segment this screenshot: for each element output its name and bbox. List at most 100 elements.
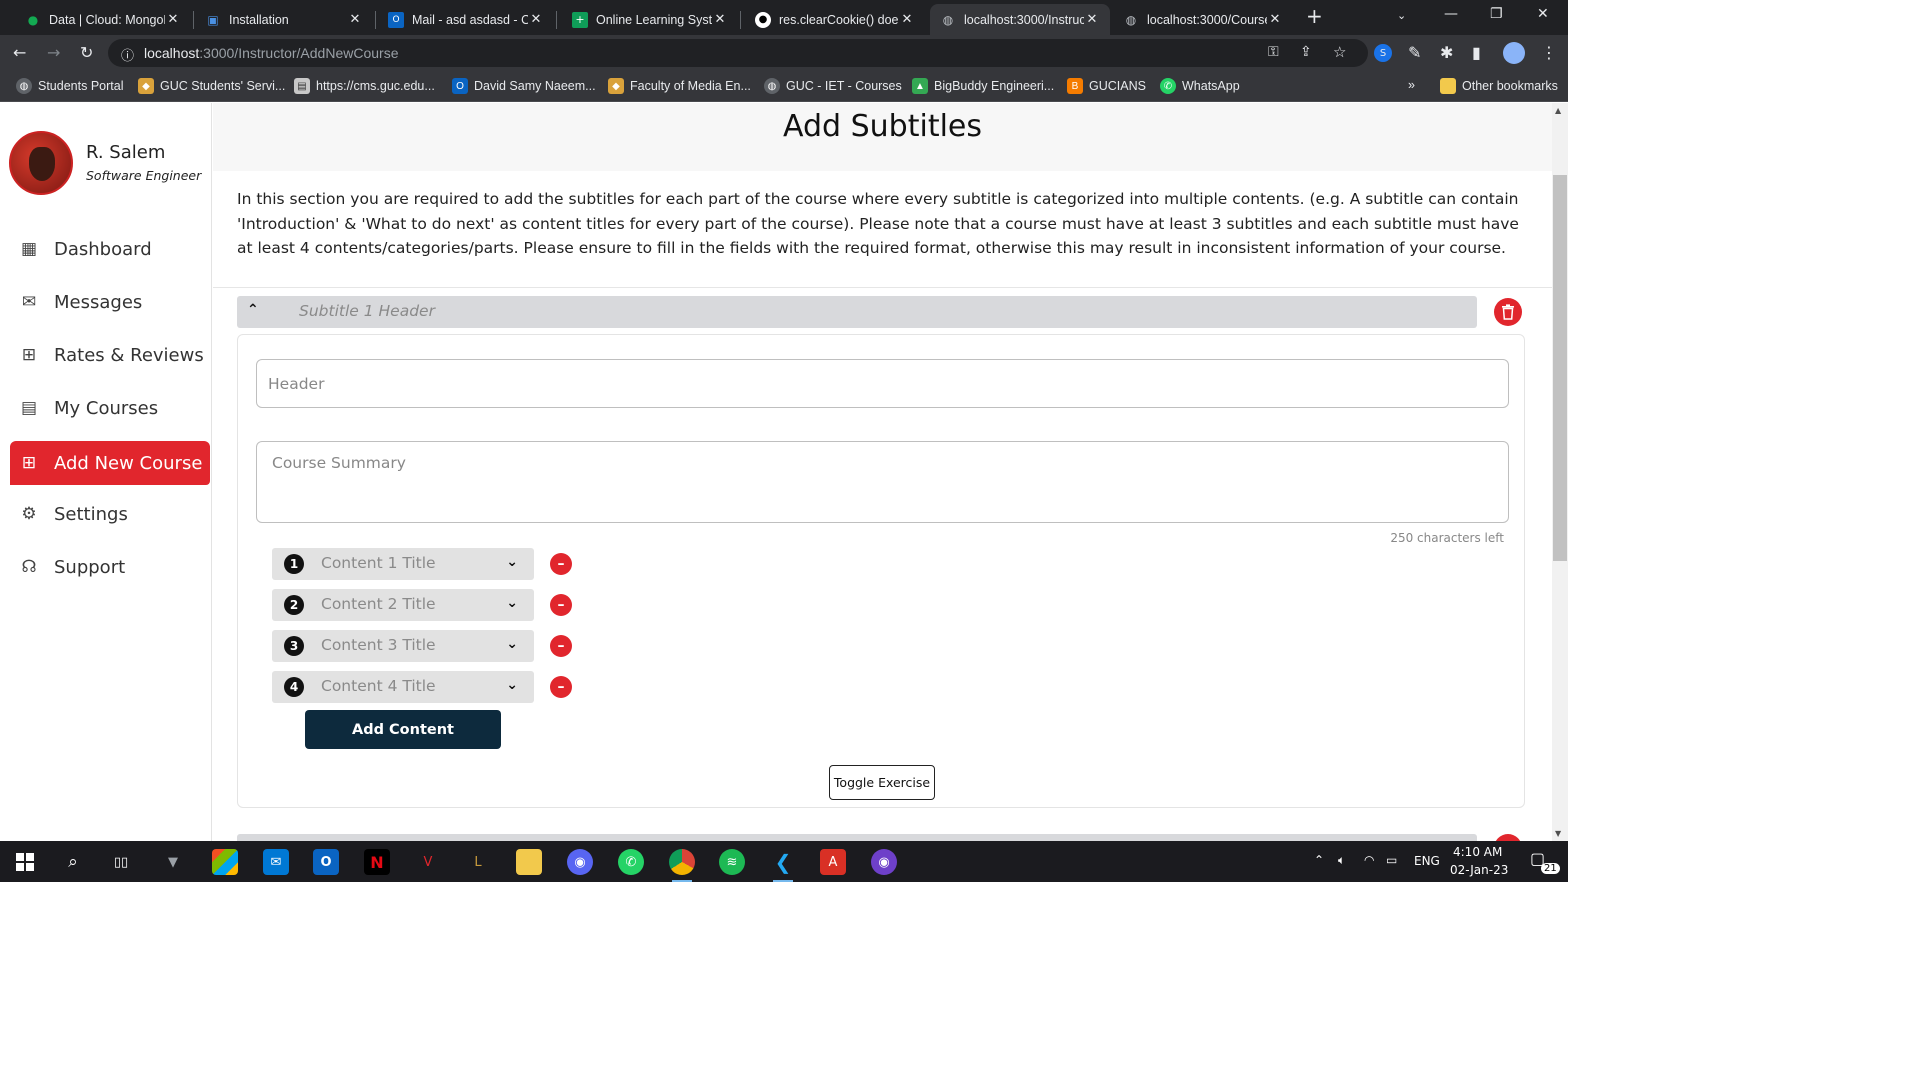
delete-subtitle-button[interactable]: [1494, 834, 1522, 841]
other-bookmarks[interactable]: Other bookmarks: [1440, 78, 1558, 94]
netflix-icon[interactable]: N: [364, 849, 390, 875]
menu-icon[interactable]: ⋮: [1541, 43, 1557, 62]
scrollbar-thumb[interactable]: [1553, 175, 1567, 561]
pen-icon[interactable]: ✎: [1408, 43, 1421, 62]
content-dropdown[interactable]: 1 Content 1 Title ⌄: [272, 548, 534, 580]
minimize-icon[interactable]: —: [1444, 6, 1458, 22]
page-scrollbar[interactable]: ▲ ▼: [1552, 103, 1568, 841]
file-explorer-icon[interactable]: [516, 849, 542, 875]
search-icon[interactable]: ⌕: [60, 849, 86, 875]
task-view-icon[interactable]: ▯▯: [108, 849, 134, 875]
volume-icon[interactable]: 🔈︎: [1338, 853, 1345, 868]
close-icon[interactable]: ✕: [899, 12, 915, 27]
restore-icon[interactable]: ❐: [1490, 6, 1503, 22]
key-icon[interactable]: ⚿: [1268, 44, 1279, 60]
remove-content-button[interactable]: –: [550, 676, 572, 698]
mail-icon[interactable]: ✉: [263, 849, 289, 875]
remove-content-button[interactable]: –: [550, 553, 572, 575]
puzzle-icon[interactable]: ✱: [1440, 43, 1453, 62]
sidebar-item-messages[interactable]: ✉ Messages: [10, 280, 210, 324]
bookmark[interactable]: ✆ WhatsApp: [1160, 78, 1240, 94]
bookmark[interactable]: ▤ https://cms.guc.edu...: [294, 78, 435, 94]
tab-search-icon[interactable]: ⌄: [1397, 9, 1406, 22]
whatsapp-icon[interactable]: ✆: [618, 849, 644, 875]
close-icon[interactable]: ✕: [165, 12, 181, 27]
browser-tab[interactable]: ▣ Installation ✕: [195, 4, 373, 35]
info-icon[interactable]: ⓘ: [121, 45, 134, 64]
content-dropdown[interactable]: 2 Content 2 Title ⌄: [272, 589, 534, 621]
chevron-down-icon[interactable]: ⌄: [506, 636, 518, 652]
sidebar-item-rates-reviews[interactable]: ⊞ Rates & Reviews: [10, 333, 210, 377]
next-subtitle-accordion-header[interactable]: [237, 834, 1477, 841]
sidebar-item-dashboard[interactable]: ▦ Dashboard: [10, 227, 210, 271]
sidebar-item-support[interactable]: ☊ Support: [10, 545, 210, 589]
content-dropdown[interactable]: 3 Content 3 Title ⌄: [272, 630, 534, 662]
league-icon[interactable]: L: [465, 849, 491, 875]
close-icon[interactable]: ✕: [528, 12, 544, 27]
sidebar-item-add-new-course[interactable]: ⊞ Add New Course: [10, 441, 210, 485]
reload-icon[interactable]: ↻: [80, 43, 93, 62]
delete-subtitle-button[interactable]: [1494, 298, 1522, 326]
browser-tab-active[interactable]: ◍ localhost:3000/Instruc ✕: [930, 4, 1110, 35]
close-icon[interactable]: ✕: [712, 12, 728, 27]
forward-icon[interactable]: →: [47, 43, 60, 62]
valorant-icon[interactable]: V: [415, 849, 441, 875]
predator-icon[interactable]: ▼: [160, 849, 186, 875]
windows-start-icon[interactable]: [12, 849, 38, 875]
sidepanel-icon[interactable]: ▮: [1472, 43, 1481, 62]
browser-tab[interactable]: ◍ localhost:3000/Course ✕: [1113, 4, 1293, 35]
wifi-icon[interactable]: ◠: [1364, 853, 1374, 867]
close-icon[interactable]: ✕: [347, 12, 363, 27]
bookmarks-overflow[interactable]: »: [1408, 78, 1415, 92]
star-icon[interactable]: ☆: [1333, 43, 1346, 61]
subtitle-accordion-header[interactable]: ⌃ Subtitle 1 Header: [237, 296, 1477, 328]
header-input[interactable]: [256, 359, 1509, 408]
bookmark[interactable]: ▲ BigBuddy Engineeri...: [912, 78, 1054, 94]
language-indicator[interactable]: ENG: [1414, 854, 1440, 868]
store-icon[interactable]: [212, 849, 238, 875]
bookmark[interactable]: ◆ Faculty of Media En...: [608, 78, 751, 94]
profile-icon[interactable]: [1503, 42, 1525, 64]
vscode-icon[interactable]: ❮: [770, 849, 796, 882]
spotify-icon[interactable]: ≋: [719, 849, 745, 875]
close-icon[interactable]: ✕: [1267, 12, 1283, 27]
toggle-exercise-button[interactable]: Toggle Exercise: [829, 765, 935, 800]
browser-tab[interactable]: O Mail - asd asdasd - Ou ✕: [378, 4, 554, 35]
chevron-down-icon[interactable]: ⌄: [506, 595, 518, 611]
sidebar-item-my-courses[interactable]: ▤ My Courses: [10, 386, 210, 430]
scroll-up-icon[interactable]: ▲: [1555, 106, 1561, 115]
clock-date[interactable]: 02-Jan-23: [1450, 863, 1508, 877]
address-bar[interactable]: ⓘ localhost:3000/Instructor/AddNewCourse…: [108, 39, 1368, 67]
content-dropdown[interactable]: 4 Content 4 Title ⌄: [272, 671, 534, 703]
browser-tab[interactable]: ● Data | Cloud: MongoD ✕: [15, 4, 191, 35]
avatar[interactable]: [9, 131, 73, 195]
sidebar-item-settings[interactable]: ⚙ Settings: [10, 492, 210, 536]
outlook-icon[interactable]: O: [313, 849, 339, 875]
chevron-up-icon[interactable]: ⌃: [247, 302, 259, 318]
add-content-button[interactable]: Add Content: [305, 710, 501, 749]
bookmark[interactable]: ◍ Students Portal: [16, 78, 123, 94]
bookmark[interactable]: ◆ GUC Students' Servi...: [138, 78, 285, 94]
chevron-up-icon[interactable]: ⌃: [1314, 853, 1324, 867]
clock-time[interactable]: 4:10 AM: [1453, 845, 1502, 859]
pdf-icon[interactable]: A: [820, 849, 846, 875]
bookmark[interactable]: B GUCIANS: [1067, 78, 1146, 94]
remove-content-button[interactable]: –: [550, 635, 572, 657]
share-icon[interactable]: ⇪: [1300, 44, 1312, 60]
bookmark[interactable]: ◍ GUC - IET - Courses: [764, 78, 902, 94]
battery-icon[interactable]: ▭: [1386, 853, 1397, 867]
extension-icon[interactable]: S: [1374, 44, 1392, 62]
course-summary-input[interactable]: [256, 441, 1509, 523]
chevron-down-icon[interactable]: ⌄: [506, 554, 518, 570]
scroll-down-icon[interactable]: ▼: [1555, 829, 1561, 838]
close-icon[interactable]: ✕: [1084, 12, 1100, 27]
browser-tab[interactable]: ● res.clearCookie() does ✕: [745, 4, 925, 35]
discord-icon[interactable]: ◉: [567, 849, 593, 875]
chevron-down-icon[interactable]: ⌄: [506, 677, 518, 693]
back-icon[interactable]: ←: [13, 43, 26, 62]
browser-tab[interactable]: + Online Learning Syste ✕: [562, 4, 738, 35]
github-desktop-icon[interactable]: ◉: [871, 849, 897, 875]
remove-content-button[interactable]: –: [550, 594, 572, 616]
bookmark[interactable]: O David Samy Naeem...: [452, 78, 596, 94]
new-tab-icon[interactable]: +: [1306, 4, 1323, 28]
